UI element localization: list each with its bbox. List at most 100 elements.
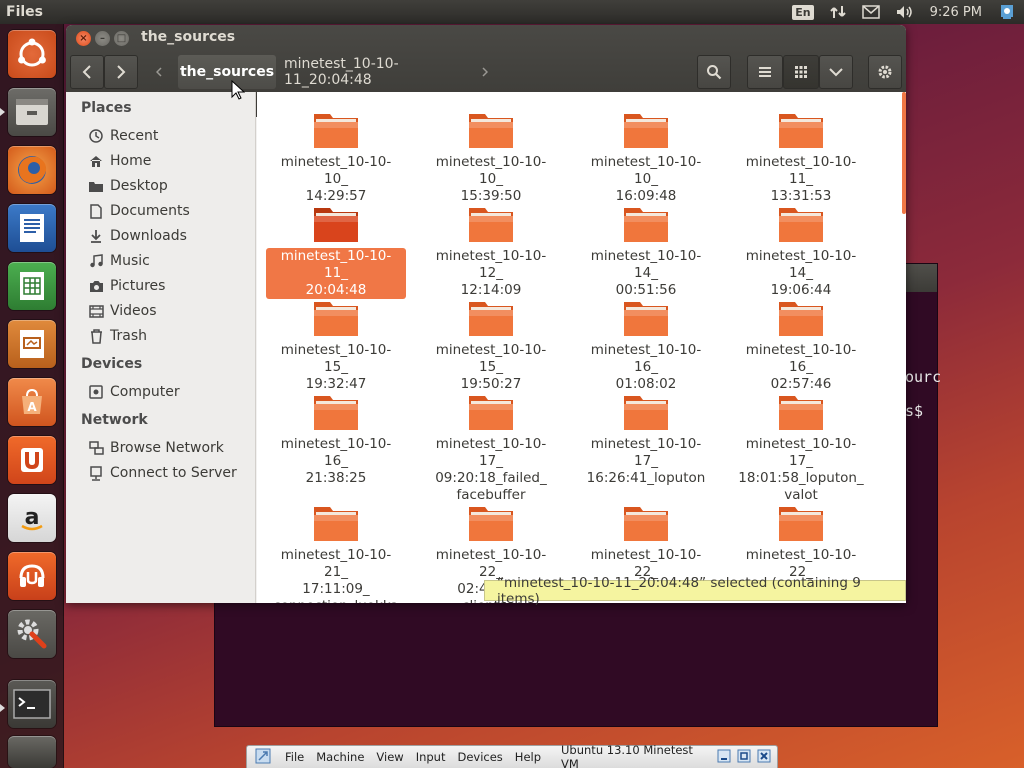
folder-item[interactable]: minetest_10-10-17_ 16:26:41_loputon (576, 388, 716, 486)
folder-item[interactable]: minetest_10-10-10_ 15:39:50 (421, 106, 561, 204)
vm-menu-devices[interactable]: Devices (451, 750, 508, 764)
vm-menu-input[interactable]: Input (410, 750, 452, 764)
folder-label: minetest_10-10-16_ 21:38:25 (280, 436, 392, 486)
impress-icon[interactable] (8, 320, 56, 368)
forward-button[interactable] (104, 55, 138, 89)
network-icon (88, 440, 104, 456)
folder-item[interactable]: minetest_10-10-21_ 17:11:09_ connection_… (266, 499, 406, 603)
sidebar-item-computer[interactable]: Computer (88, 381, 180, 403)
network-indicator-icon[interactable] (822, 0, 854, 24)
sidebar-item-desktop[interactable]: Desktop (88, 175, 168, 197)
clock-icon (88, 128, 104, 144)
trash-launcher-icon[interactable] (8, 736, 56, 768)
back-button[interactable] (70, 55, 104, 89)
software-center-icon[interactable]: A (8, 378, 56, 426)
files-window: × – □ the_sources the_sources minetest_1… (66, 25, 906, 603)
folder-item[interactable]: minetest_10-10-15_ 19:32:47 (266, 294, 406, 392)
close-button[interactable]: × (76, 31, 91, 46)
folder-item[interactable]: minetest_10-10-11_ 20:04:48 (266, 200, 406, 299)
sidebar-item-home[interactable]: Home (88, 150, 151, 172)
breadcrumb-scroll-right[interactable] (482, 55, 496, 89)
minimize-button[interactable]: – (95, 31, 110, 46)
files-icon[interactable] (8, 88, 56, 136)
camera-icon (88, 278, 104, 294)
minimize-vm-icon[interactable] (714, 749, 734, 766)
sidebar-item-trash[interactable]: Trash (88, 325, 147, 347)
sidebar-item-documents[interactable]: Documents (88, 200, 190, 222)
sidebar-item-recent[interactable]: Recent (88, 125, 158, 147)
breadcrumb-scroll-left[interactable] (156, 55, 168, 89)
folder-icon (622, 392, 670, 432)
folder-icon (467, 503, 515, 543)
maximize-button[interactable]: □ (114, 31, 129, 46)
clock[interactable]: 9:26 PM (922, 0, 990, 24)
folder-icon (622, 110, 670, 150)
folder-item[interactable]: minetest_10-10-12_ 12:14:09 (421, 200, 561, 298)
sidebar-item-label: Desktop (110, 178, 168, 194)
writer-icon[interactable] (8, 204, 56, 252)
sidebar-item-connect-server[interactable]: Connect to Server (88, 462, 237, 484)
folder-icon (312, 110, 360, 150)
sidebar-item-browse-network[interactable]: Browse Network (88, 437, 224, 459)
grid-view-button[interactable] (783, 55, 819, 89)
sidebar-item-music[interactable]: Music (88, 250, 150, 272)
chevron-left-icon (82, 65, 91, 79)
mail-icon[interactable] (854, 0, 888, 24)
vm-menu-view[interactable]: View (370, 750, 409, 764)
ubuntu-one-music-icon[interactable] (8, 552, 56, 600)
folder-item[interactable]: minetest_10-10-17_ 18:01:58_loputon_ val… (731, 388, 871, 503)
vm-title: Ubuntu 13.10 Minetest VM (561, 743, 693, 768)
folder-item[interactable]: minetest_10-10-11_ 13:31:53 (731, 106, 871, 204)
folder-icon (467, 298, 515, 338)
folder-label: minetest_10-10-17_ 09:20:18_failed_ face… (435, 436, 547, 503)
system-settings-icon[interactable] (8, 610, 56, 658)
music-icon (88, 253, 104, 269)
vm-menu-machine[interactable]: Machine (310, 750, 370, 764)
network-heading: Network (81, 412, 148, 428)
breadcrumb-current[interactable]: the_sources (178, 55, 276, 89)
folder-item[interactable]: minetest_10-10-17_ 09:20:18_failed_ face… (421, 388, 561, 503)
amazon-icon[interactable]: a (8, 494, 56, 542)
vm-menu-help[interactable]: Help (509, 750, 547, 764)
sidebar: Places Recent Home Desktop Documents Dow… (66, 92, 256, 603)
close-vm-icon[interactable] (754, 749, 777, 766)
folder-label: minetest_10-10-12_ 12:14:09 (435, 248, 547, 298)
folder-item[interactable]: minetest_10-10-16_ 01:08:02 (576, 294, 716, 392)
folder-label: minetest_10-10-17_ 16:26:41_loputon (586, 436, 706, 486)
scrollbar[interactable] (902, 92, 906, 214)
view-options-button[interactable] (819, 55, 853, 89)
folder-item[interactable]: minetest_10-10-10_ 14:29:57 (266, 106, 406, 204)
folder-icon (622, 503, 670, 543)
sidebar-item-label: Videos (110, 303, 157, 319)
folder-item[interactable]: minetest_10-10-15_ 19:50:27 (421, 294, 561, 392)
restore-vm-icon[interactable] (734, 749, 754, 766)
sidebar-item-label: Computer (110, 384, 180, 400)
folder-item[interactable]: minetest_10-10-14_ 19:06:44 (731, 200, 871, 298)
settings-button[interactable] (868, 55, 902, 89)
keyboard-indicator[interactable]: En (784, 0, 821, 24)
calc-icon[interactable] (8, 262, 56, 310)
firefox-icon[interactable] (8, 146, 56, 194)
folder-item[interactable]: minetest_10-10-10_ 16:09:48 (576, 106, 716, 204)
search-button[interactable] (697, 55, 731, 89)
video-icon (88, 303, 104, 319)
list-view-button[interactable] (747, 55, 783, 89)
session-icon[interactable] (990, 0, 1024, 24)
folder-item[interactable]: minetest_10-10-16_ 21:38:25 (266, 388, 406, 486)
sidebar-item-downloads[interactable]: Downloads (88, 225, 187, 247)
terminal-icon[interactable] (8, 680, 56, 728)
vm-menu-file[interactable]: File (279, 750, 310, 764)
breadcrumb-child[interactable]: minetest_10-10-11_20:04:48 (278, 55, 478, 89)
folder-label: minetest_10-10-16_ 01:08:02 (590, 342, 702, 392)
folder-item[interactable]: minetest_10-10-14_ 00:51:56 (576, 200, 716, 298)
window-body: Places Recent Home Desktop Documents Dow… (66, 92, 906, 603)
vm-menu-bar: File Machine View Input Devices Help Ubu… (246, 743, 778, 768)
app-menu-title[interactable]: Files (0, 4, 784, 20)
ubuntu-one-icon[interactable] (8, 436, 56, 484)
sidebar-item-pictures[interactable]: Pictures (88, 275, 165, 297)
dash-home-icon[interactable] (8, 30, 56, 78)
volume-icon[interactable] (888, 0, 922, 24)
folder-item[interactable]: minetest_10-10-16_ 02:57:46 (731, 294, 871, 392)
pin-icon[interactable] (247, 748, 279, 767)
sidebar-item-videos[interactable]: Videos (88, 300, 157, 322)
